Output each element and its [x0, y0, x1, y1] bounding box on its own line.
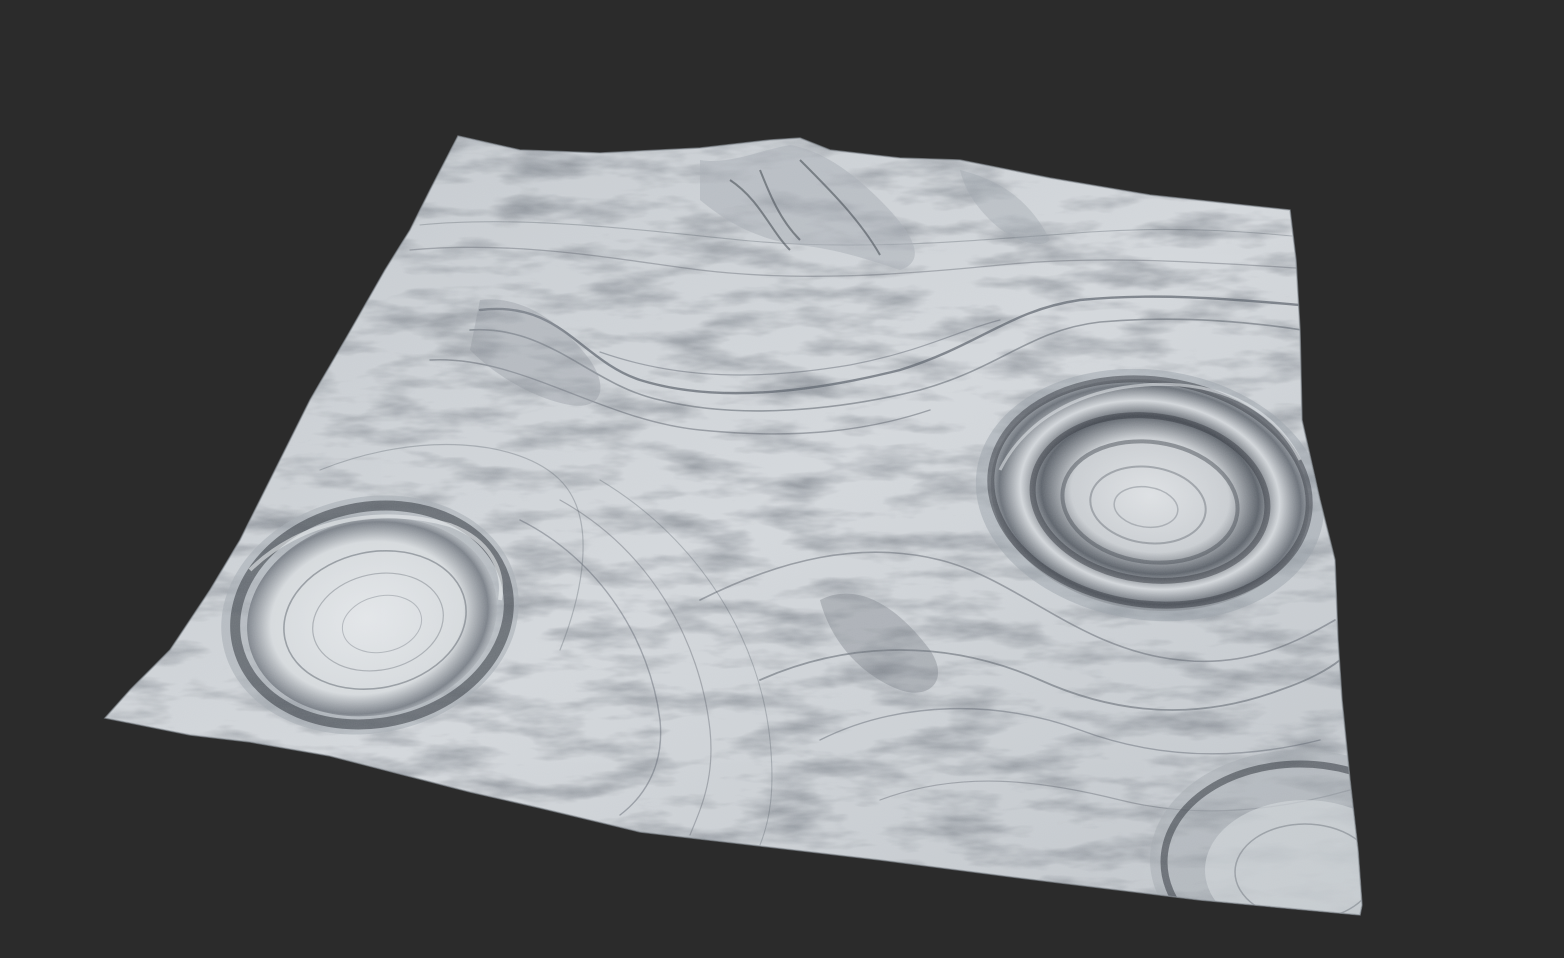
- render-viewport[interactable]: [0, 0, 1564, 958]
- terrain-mesh: [103, 135, 1363, 916]
- terrain-grain: [105, 136, 1362, 915]
